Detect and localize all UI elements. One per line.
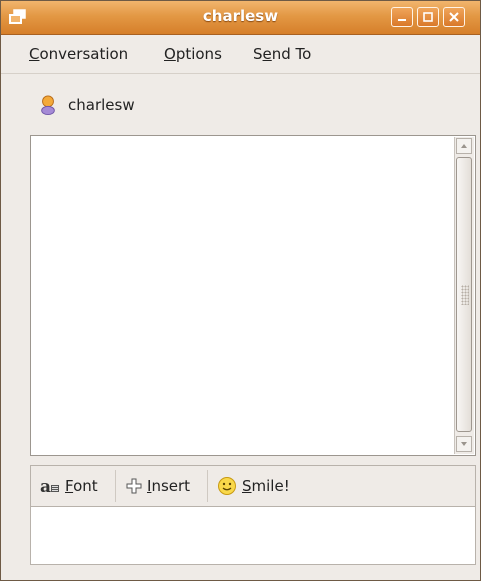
scroll-down-button[interactable] [456,436,472,452]
maximize-button[interactable] [417,7,439,27]
smiley-icon [218,477,236,495]
menu-conversation[interactable]: Conversation [29,45,128,63]
svg-text:a: a [40,478,51,494]
toolbar-separator [115,470,116,502]
conversation-scrollbar[interactable] [454,137,474,454]
menu-options[interactable]: Options [164,45,222,63]
font-icon: a [40,478,59,494]
arrow-up-icon [461,144,467,148]
format-toolbar: a Font Insert Smile! [30,465,476,507]
buddy-icon [41,95,55,115]
arrow-down-icon [461,442,467,446]
conversation-window: charlesw Conversation Options Send To ch… [0,0,481,581]
toolbar-separator [207,470,208,502]
title-bar[interactable]: charlesw [1,1,480,35]
minimize-icon [398,19,406,21]
insert-icon [126,478,142,494]
smile-button[interactable]: Smile! [217,466,290,506]
close-button[interactable] [443,7,465,27]
message-input[interactable] [30,507,476,565]
insert-button[interactable]: Insert [126,466,190,506]
menu-send-to[interactable]: Send To [253,45,311,63]
scroll-thumb[interactable] [456,157,472,432]
menu-bar: Conversation Options Send To [1,35,480,74]
conversation-history[interactable] [30,135,476,456]
font-button[interactable]: a Font [40,466,98,506]
scroll-up-button[interactable] [456,138,472,154]
maximize-icon [423,12,433,22]
close-icon [449,12,459,22]
buddy-name: charlesw [68,96,135,114]
grip-icon [461,285,469,305]
minimize-button[interactable] [391,7,413,27]
